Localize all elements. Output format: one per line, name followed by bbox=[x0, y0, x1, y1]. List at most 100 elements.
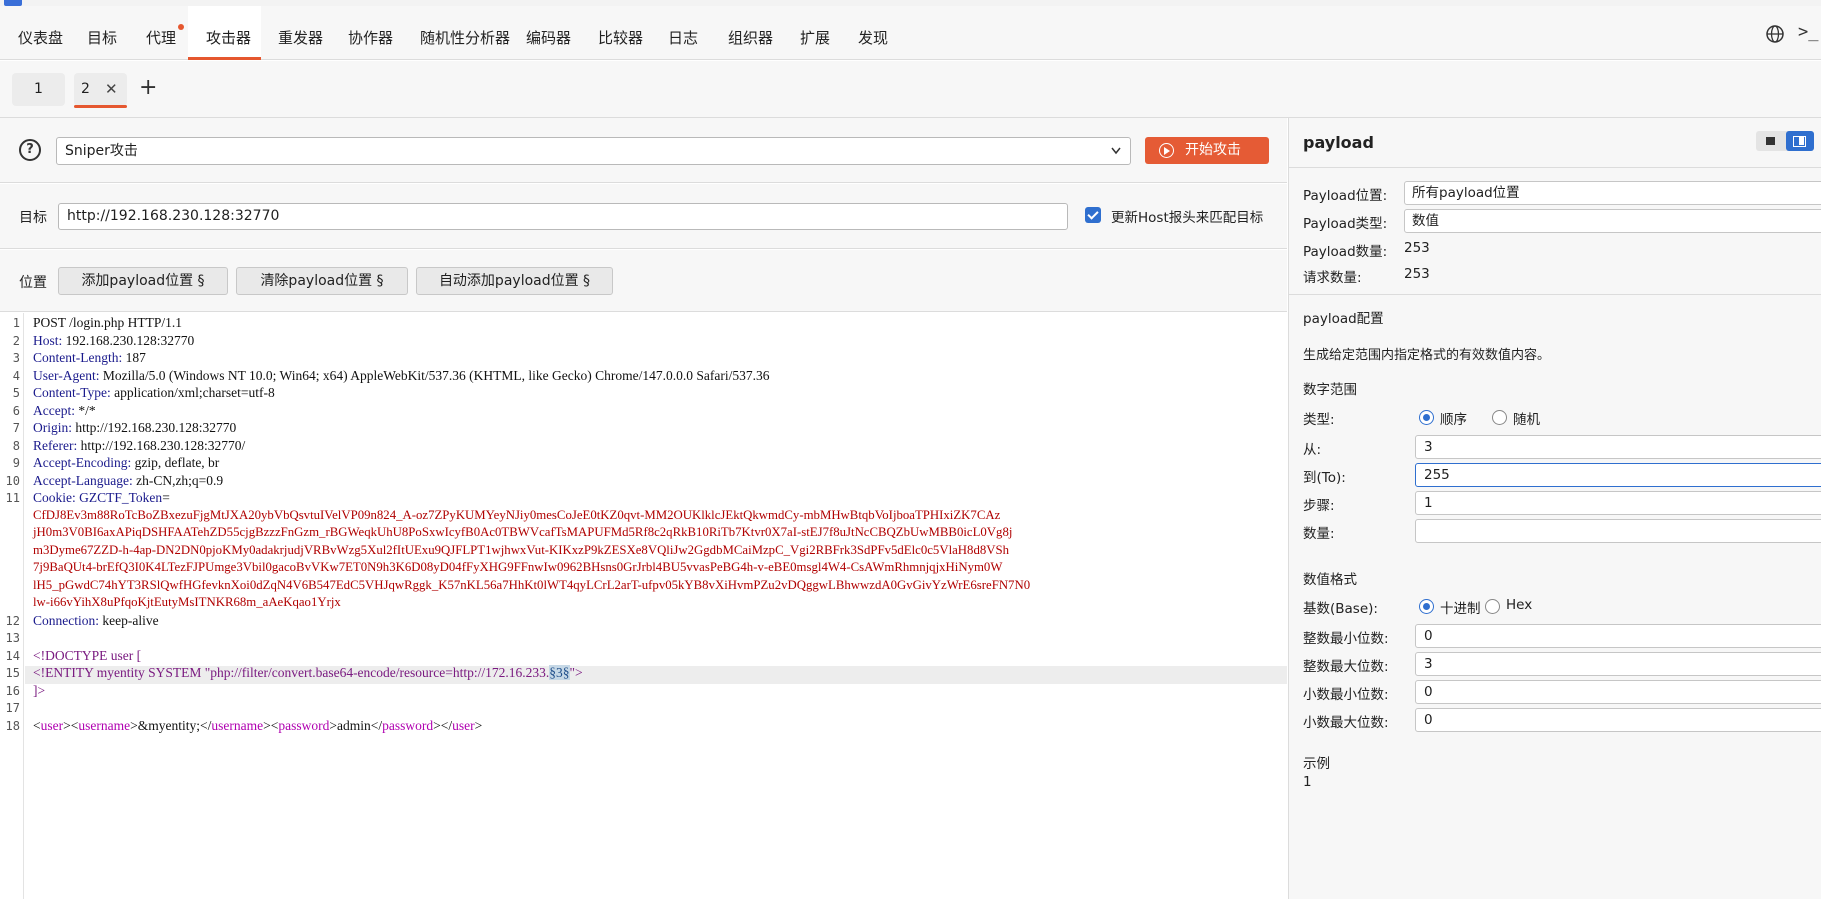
layout-split-icon[interactable] bbox=[1786, 131, 1814, 151]
from-label: 从: bbox=[1303, 442, 1322, 458]
add-payload-position-button[interactable]: 添加payload位置 § bbox=[58, 267, 228, 295]
tab-1-label: 1 bbox=[34, 81, 43, 97]
payload-type-label: Payload类型: bbox=[1303, 216, 1388, 232]
line-number: 4 bbox=[12, 368, 20, 383]
play-icon bbox=[1159, 143, 1174, 158]
clear-payload-position-button[interactable]: 清除payload位置 § bbox=[236, 267, 408, 295]
max-frac-digits-label: 小数最大位数: bbox=[1303, 715, 1389, 731]
nav-target[interactable]: 目标 bbox=[69, 6, 135, 60]
line-number: 13 bbox=[5, 631, 20, 645]
decimal-radio[interactable] bbox=[1419, 599, 1434, 614]
divider bbox=[1289, 294, 1821, 295]
line-number: 3 bbox=[12, 351, 20, 365]
code-line: Content-Length: 187 bbox=[33, 350, 146, 365]
line-number: 15 bbox=[5, 666, 20, 680]
tab-1[interactable]: 1 bbox=[12, 73, 65, 106]
nav-extensions[interactable]: 扩展 bbox=[782, 6, 848, 60]
code-line: Connection: keep-alive bbox=[33, 612, 159, 628]
to-input[interactable]: 255 bbox=[1415, 463, 1821, 487]
terminal-icon[interactable]: >_ bbox=[1798, 22, 1818, 42]
code-line: <user><username>&myentity;</username><pa… bbox=[33, 717, 483, 733]
attack-type-select[interactable]: Sniper攻击 bbox=[56, 137, 1131, 165]
nav-repeater[interactable]: 重发器 bbox=[260, 6, 341, 60]
auto-payload-position-button[interactable]: 自动添加payload位置 § bbox=[416, 267, 613, 295]
request-count-value: 253 bbox=[1404, 266, 1430, 282]
intruder-left-panel: ? Sniper攻击 开始攻击 目标 http://192.168.230.12… bbox=[0, 118, 1287, 899]
step-input[interactable]: 1 bbox=[1415, 491, 1821, 515]
code-line: Accept: */* bbox=[33, 402, 96, 418]
line-number: 2 bbox=[12, 333, 20, 348]
layout-toggle[interactable] bbox=[1756, 131, 1814, 151]
close-icon[interactable]: ✕ bbox=[105, 73, 118, 106]
cookie-line: 7j9BaQUt4-brEfQ3I0K4LTezFJPUmge3Vbil0gac… bbox=[33, 560, 1003, 574]
proxy-notification-dot bbox=[178, 24, 184, 30]
line-number: 17 bbox=[5, 701, 20, 715]
update-host-label: 更新Host报头来匹配目标 bbox=[1111, 210, 1264, 226]
min-frac-digits-label: 小数最小位数: bbox=[1303, 687, 1389, 703]
step-label: 步骤: bbox=[1303, 498, 1335, 514]
nav-proxy[interactable]: 代理 bbox=[128, 6, 194, 60]
start-attack-button[interactable]: 开始攻击 bbox=[1145, 137, 1269, 164]
payload-title: payload bbox=[1303, 133, 1374, 152]
nav-discover[interactable]: 发现 bbox=[840, 6, 906, 60]
code-line: POST /login.php HTTP/1.1 bbox=[33, 315, 183, 330]
nav-collaborator[interactable]: 协作器 bbox=[330, 6, 411, 60]
line-number: 9 bbox=[12, 456, 20, 470]
line-number: 8 bbox=[12, 438, 20, 453]
line-number: 16 bbox=[5, 683, 20, 698]
nav-organizer[interactable]: 组织器 bbox=[710, 6, 791, 60]
sequential-radio[interactable] bbox=[1419, 410, 1434, 425]
positions-label: 位置 bbox=[19, 275, 47, 291]
number-range-title: 数字范围 bbox=[1303, 382, 1357, 398]
max-int-digits-label: 整数最大位数: bbox=[1303, 659, 1389, 675]
payload-count-value: 253 bbox=[1404, 240, 1430, 256]
line-number: 18 bbox=[5, 718, 20, 733]
update-host-checkbox[interactable] bbox=[1085, 207, 1101, 223]
payload-position-select[interactable]: 所有payload位置 bbox=[1404, 181, 1821, 205]
cookie-line: m3Dyme67ZZD-h-4ap-DN2DN0pjoKMy0adakrjudj… bbox=[33, 542, 1009, 557]
nav-comparer[interactable]: 比较器 bbox=[580, 6, 661, 60]
max-frac-digits-input[interactable]: 0 bbox=[1415, 708, 1821, 732]
from-input[interactable]: 3 bbox=[1415, 435, 1821, 459]
line-number: 11 bbox=[5, 491, 20, 505]
payload-panel-header: payload bbox=[1289, 118, 1821, 168]
payload-marker[interactable]: §3§ bbox=[549, 665, 570, 680]
target-label: 目标 bbox=[19, 210, 47, 226]
random-radio[interactable] bbox=[1492, 410, 1507, 425]
nav-logger[interactable]: 日志 bbox=[650, 6, 716, 60]
code-line: Host: 192.168.230.128:32770 bbox=[33, 332, 195, 348]
layout-single-icon[interactable] bbox=[1760, 134, 1782, 148]
payload-type-value: 数值 bbox=[1412, 213, 1439, 229]
number-format-title: 数值格式 bbox=[1303, 572, 1357, 588]
quantity-input[interactable] bbox=[1415, 519, 1821, 543]
hex-radio[interactable] bbox=[1485, 599, 1500, 614]
line-number: 6 bbox=[12, 403, 20, 418]
quantity-label: 数量: bbox=[1303, 526, 1335, 542]
nav-decoder[interactable]: 编码器 bbox=[508, 6, 589, 60]
line-number: 12 bbox=[5, 613, 20, 628]
add-tab-button[interactable]: + bbox=[139, 77, 157, 99]
request-editor[interactable]: 1 2 3 4 5 6 7 8 9 10 11 12 13 14 15 16 1… bbox=[0, 313, 1287, 899]
target-url-input[interactable]: http://192.168.230.128:32770 bbox=[58, 203, 1068, 230]
cookie-line: lw-i66vYihX8uPfqoKjtEutyMsITNKR68m_aAeKq… bbox=[33, 595, 341, 609]
sequential-label: 顺序 bbox=[1440, 412, 1467, 428]
tab-2[interactable]: 2 ✕ bbox=[74, 73, 127, 108]
max-int-digits-input[interactable]: 3 bbox=[1415, 652, 1821, 676]
min-int-digits-input[interactable]: 0 bbox=[1415, 624, 1821, 648]
intruder-tabs: 1 2 ✕ + bbox=[0, 61, 1821, 118]
line-number: 10 bbox=[5, 473, 20, 488]
cookie-line: CfDJ8Ev3m88RoTcBoZBxezuFjgMtJXA20ybVbQsv… bbox=[33, 507, 1001, 522]
min-frac-digits-input[interactable]: 0 bbox=[1415, 680, 1821, 704]
line-number: 5 bbox=[12, 386, 20, 400]
attack-type-value: Sniper攻击 bbox=[65, 143, 138, 159]
main-nav: 仪表盘 目标 代理 攻击器 重发器 协作器 随机性分析器 编码器 比较器 日志 … bbox=[0, 6, 1821, 60]
help-icon[interactable]: ? bbox=[19, 139, 41, 161]
payload-type-select[interactable]: 数值 bbox=[1404, 209, 1821, 233]
min-int-digits-label: 整数最小位数: bbox=[1303, 631, 1389, 647]
nav-intruder[interactable]: 攻击器 bbox=[188, 6, 261, 60]
chevron-down-icon bbox=[1110, 138, 1122, 173]
globe-icon[interactable] bbox=[1765, 24, 1785, 49]
code-line: <!DOCTYPE user [ bbox=[33, 647, 142, 663]
example-value: 1 bbox=[1303, 774, 1312, 790]
hex-label: Hex bbox=[1506, 597, 1533, 613]
